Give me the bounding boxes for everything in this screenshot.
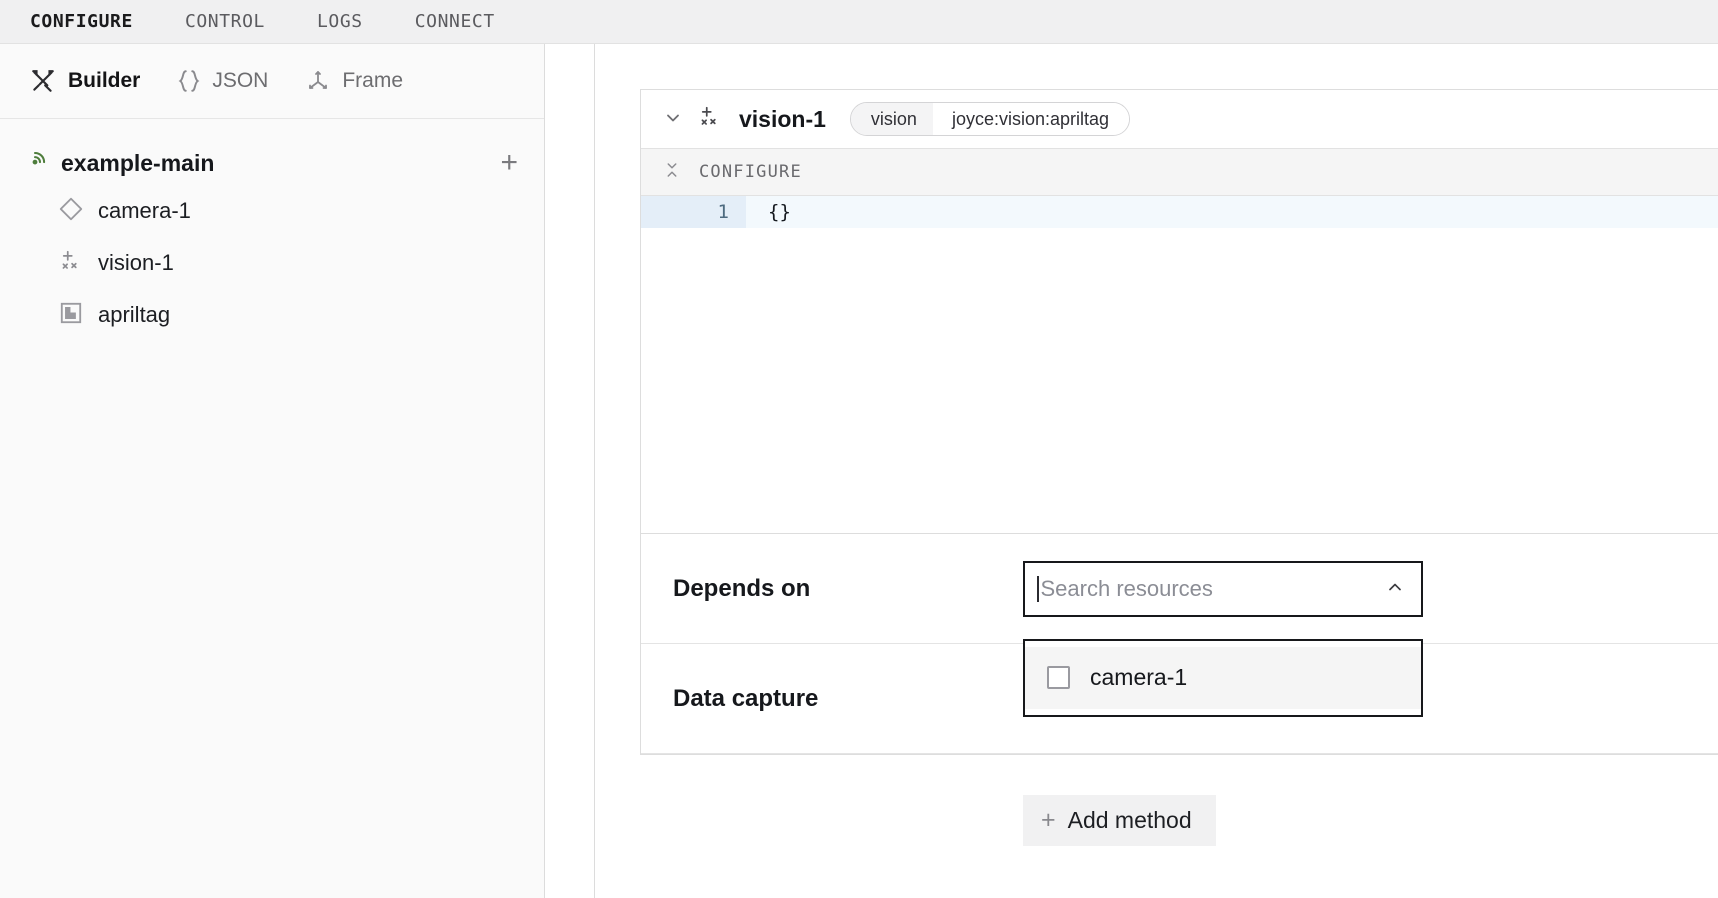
tab-control[interactable]: CONTROL — [185, 11, 265, 32]
checkbox-icon[interactable] — [1047, 666, 1070, 689]
tree-item-apriltag[interactable]: apriltag — [0, 289, 544, 341]
code-content[interactable]: {} — [746, 196, 791, 228]
sidebar-view-toolbar: Builder JSON Frame — [0, 44, 544, 119]
configure-section-header[interactable]: CONFIGURE — [641, 148, 1718, 196]
top-navigation-bar: CONFIGURE CONTROL LOGS CONNECT — [0, 0, 1718, 44]
resource-card-header: vision-1 vision joyce:vision:apriltag — [641, 90, 1718, 148]
view-mode-json-label: JSON — [212, 69, 269, 92]
add-resource-button[interactable]: + — [500, 148, 518, 178]
tree-item-label: apriltag — [98, 302, 171, 327]
tree-item-label: camera-1 — [98, 198, 191, 223]
data-capture-label: Data capture — [673, 684, 819, 712]
tab-configure[interactable]: CONFIGURE — [30, 11, 133, 32]
resources-dropdown[interactable]: camera-1 — [1023, 638, 1423, 717]
json-editor[interactable]: 1 {} — [641, 196, 1718, 534]
view-mode-frame-label: Frame — [342, 69, 404, 92]
tree-item-vision-1[interactable]: vision-1 — [0, 237, 544, 289]
depends-on-control: Search resources camera-1 — [1023, 560, 1718, 717]
dropdown-item-camera-1[interactable]: camera-1 — [1025, 646, 1421, 709]
view-mode-frame[interactable]: Frame — [306, 68, 403, 94]
diamond-camera-icon — [58, 196, 84, 227]
badge-chevron-divider — [932, 103, 946, 135]
axes-icon — [306, 68, 330, 94]
resource-card-vision-1: vision-1 vision joyce:vision:apriltag CO… — [640, 89, 1718, 846]
search-input-placeholder: Search resources — [1040, 575, 1213, 601]
tree-root-label: example-main — [61, 149, 215, 176]
view-mode-builder[interactable]: Builder — [30, 68, 140, 94]
resource-type-badge: vision joyce:vision:apriltag — [849, 102, 1131, 136]
view-mode-json[interactable]: JSON — [178, 68, 268, 94]
resource-name: vision-1 — [739, 105, 826, 132]
panel-divider — [545, 44, 595, 898]
add-method-label: Add method — [1067, 806, 1192, 833]
main-content: vision-1 vision joyce:vision:apriltag CO… — [595, 44, 1718, 898]
collapse-vertical-icon[interactable] — [663, 159, 681, 186]
tree-item-camera-1[interactable]: camera-1 — [0, 185, 544, 237]
chevron-down-icon[interactable] — [663, 108, 683, 131]
depends-on-row: Depends on Search resources camera-1 — [641, 534, 1718, 717]
vision-sparkle-icon — [58, 248, 84, 279]
plus-icon: + — [1041, 805, 1056, 834]
machine-radar-icon — [22, 148, 48, 179]
vision-sparkle-icon — [697, 104, 723, 135]
tools-icon — [30, 68, 56, 94]
tree-item-label: vision-1 — [98, 250, 174, 275]
tree-root-machine[interactable]: example-main + — [0, 141, 544, 185]
line-number: 1 — [641, 196, 746, 228]
resource-model-label: joyce:vision:apriltag — [945, 103, 1130, 135]
apriltag-square-icon — [58, 300, 84, 331]
tab-logs[interactable]: LOGS — [317, 11, 363, 32]
depends-on-label: Depends on — [673, 574, 811, 602]
code-line[interactable]: 1 {} — [641, 196, 1718, 228]
chevron-up-icon[interactable] — [1385, 577, 1405, 600]
search-resources-input[interactable]: Search resources — [1023, 560, 1423, 617]
sidebar: Builder JSON Frame example-main + camera… — [0, 44, 545, 898]
resource-tree: example-main + camera-1 vision-1 aprilta… — [0, 119, 544, 341]
add-method-button[interactable]: + Add method — [1023, 794, 1216, 846]
page-layout: Builder JSON Frame example-main + camera… — [0, 44, 1718, 898]
dropdown-item-label: camera-1 — [1090, 664, 1188, 690]
text-caret — [1037, 575, 1039, 602]
configure-section-label: CONFIGURE — [699, 162, 802, 182]
tab-connect[interactable]: CONNECT — [415, 11, 495, 32]
braces-icon — [178, 68, 200, 94]
view-mode-builder-label: Builder — [68, 69, 141, 92]
